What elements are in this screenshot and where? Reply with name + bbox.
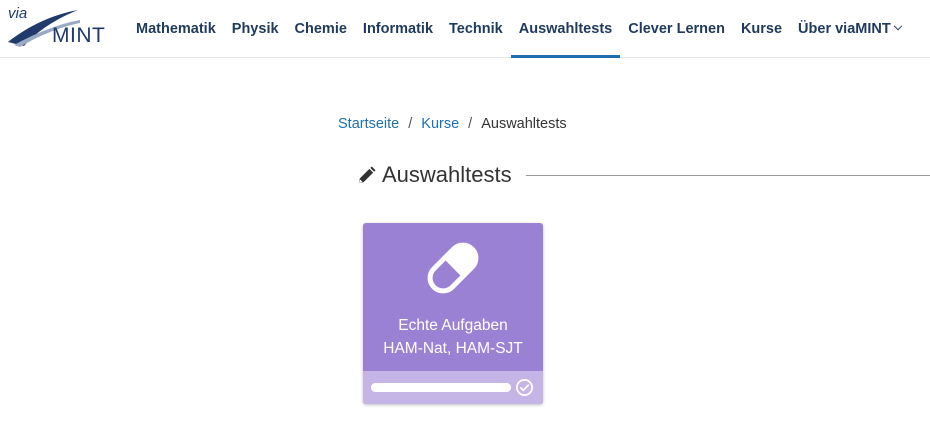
nav-item-clever-lernen[interactable]: Clever Lernen [620, 0, 733, 57]
nav-item-label: Auswahltests [518, 20, 613, 37]
breadcrumb-current: Auswahltests [481, 116, 567, 132]
logo-mint-text: MINT [52, 24, 106, 47]
nav-item-label: Kurse [740, 20, 783, 37]
nav-item-label: Mathematik [136, 20, 216, 37]
section-title: Auswahltests [382, 162, 512, 187]
nav-item-informatik[interactable]: Informatik [355, 0, 441, 57]
card-title-line: Echte Aufgaben [398, 317, 508, 334]
section-header: Auswahltests [357, 160, 930, 190]
logo-via-text: via [8, 5, 28, 22]
chevron-down-icon [893, 21, 902, 30]
section-divider [525, 174, 930, 176]
breadcrumb-separator: / [408, 116, 413, 132]
nav-item-ueber-viamint[interactable]: Über viaMINT [790, 0, 909, 57]
progress-fill [371, 383, 511, 392]
top-navigation-bar: via MINT Mathematik Physik Chemie Inform… [0, 0, 930, 58]
check-circle-icon [516, 379, 533, 396]
breadcrumb: Startseite / Kurse / Auswahltests [338, 116, 567, 132]
nav-item-kurse[interactable]: Kurse [733, 0, 790, 57]
pill-icon [427, 242, 479, 294]
nav-item-chemie[interactable]: Chemie [287, 0, 355, 57]
breadcrumb-link-kurse[interactable]: Kurse [421, 116, 459, 132]
breadcrumb-link-startseite[interactable]: Startseite [338, 116, 399, 132]
progress-bar [371, 383, 511, 392]
nav-item-auswahltests[interactable]: Auswahltests [510, 0, 621, 58]
course-card[interactable]: Echte Aufgaben HAM-Nat, HAM-SJT [363, 223, 543, 404]
pencil-icon [358, 165, 376, 183]
nav-item-label: Chemie [294, 20, 347, 37]
nav-item-label: Physik [231, 20, 279, 37]
nav-item-label: Clever Lernen [628, 20, 725, 37]
card-footer [363, 371, 543, 404]
nav-item-label: Technik [449, 20, 503, 37]
card-title-line: HAM-Nat, HAM-SJT [383, 340, 523, 357]
nav-item-technik[interactable]: Technik [441, 0, 511, 57]
nav-item-label: Informatik [362, 20, 434, 37]
viamint-logo[interactable]: via MINT [6, 5, 106, 50]
nav-item-label: Über viaMINT [798, 20, 891, 37]
nav-item-mathematik[interactable]: Mathematik [128, 0, 224, 57]
card-title: Echte Aufgaben HAM-Nat, HAM-SJT [363, 314, 543, 360]
breadcrumb-separator: / [468, 116, 473, 132]
nav-item-physik[interactable]: Physik [224, 0, 287, 57]
main-nav: Mathematik Physik Chemie Informatik Tech… [128, 0, 909, 58]
